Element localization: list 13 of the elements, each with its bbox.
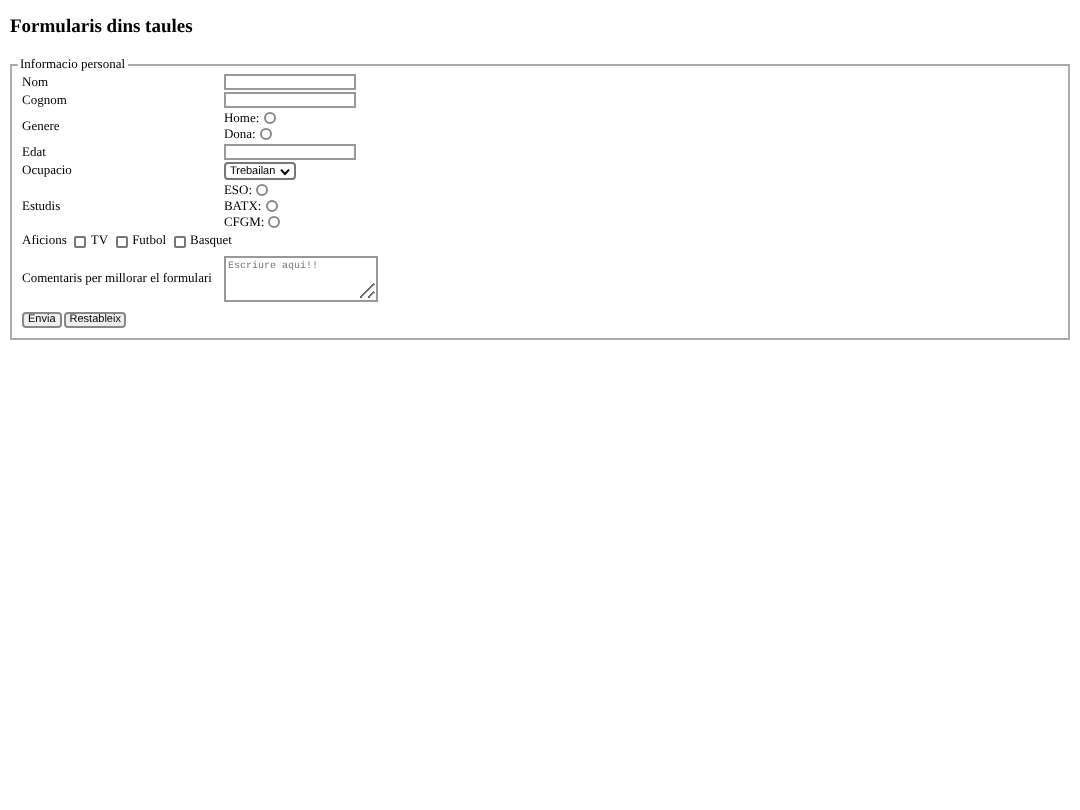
checkbox[interactable] xyxy=(74,235,87,247)
radio-button[interactable] xyxy=(268,216,281,228)
input-field[interactable] xyxy=(223,74,356,90)
checkbox[interactable] xyxy=(116,235,129,247)
radio-button[interactable] xyxy=(265,200,278,212)
radio-button[interactable] xyxy=(259,128,272,140)
input-field[interactable] xyxy=(223,92,356,108)
input-field[interactable] xyxy=(223,144,356,160)
radio-button[interactable] xyxy=(263,112,276,124)
checkbox[interactable] xyxy=(174,235,187,247)
radio-button[interactable] xyxy=(256,184,269,196)
page-title: Formularis dins taules xyxy=(10,16,195,42)
caret-icon xyxy=(279,167,290,175)
